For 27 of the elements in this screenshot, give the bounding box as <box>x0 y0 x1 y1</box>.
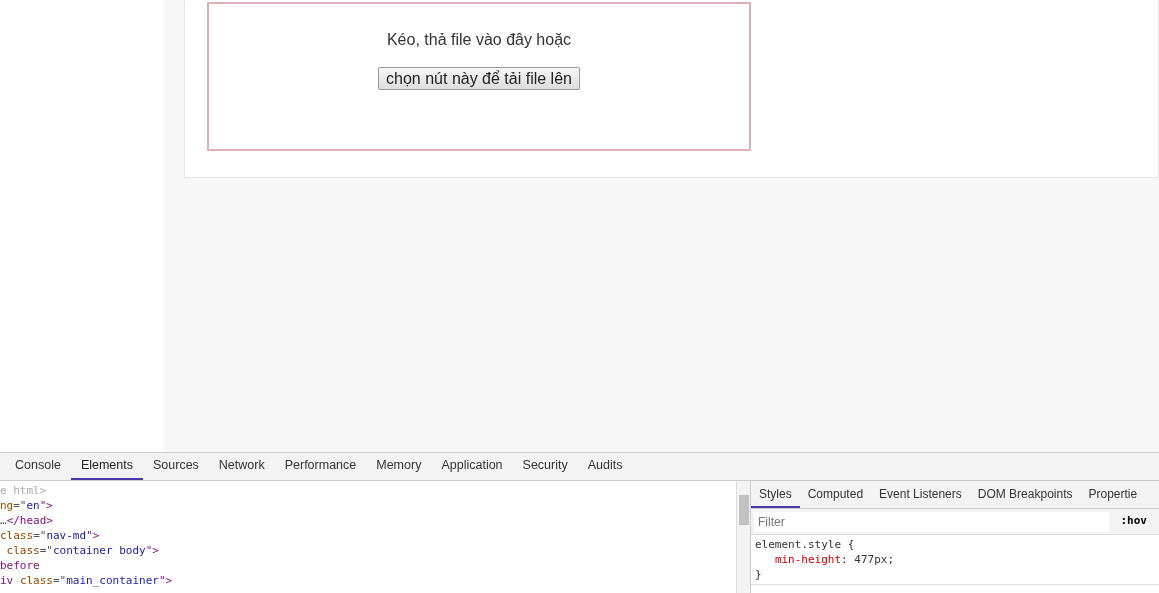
panel-tab[interactable]: Console <box>5 453 71 480</box>
panel-tab[interactable]: DOM Breakpoints <box>969 481 1081 508</box>
code-line[interactable]: ng="en"> <box>0 498 736 513</box>
css-declaration[interactable]: min-height: 477px; <box>755 553 895 566</box>
code-line[interactable]: class="container body"> <box>0 543 736 558</box>
filter-field[interactable]: Filter <box>754 511 1109 532</box>
rule-brace: } <box>755 567 763 582</box>
panel-tab[interactable]: Application <box>431 453 513 480</box>
hov-button[interactable]: :hov <box>1108 513 1159 530</box>
code-line[interactable]: before <box>0 558 736 573</box>
scrollbar[interactable] <box>736 481 750 593</box>
panel-tab[interactable]: Sources <box>143 453 209 480</box>
panel-tab[interactable]: Propertie <box>1080 481 1146 508</box>
panel-tab[interactable]: Elements <box>70 453 143 480</box>
upload-button[interactable]: chọn nút này để tải file lên <box>378 67 580 90</box>
panel-tab[interactable]: Network <box>208 453 275 480</box>
rule-selector: element.style { <box>755 537 856 552</box>
panel-tab[interactable]: Security <box>512 453 578 480</box>
panel-tab[interactable]: Performance <box>274 453 367 480</box>
code-line[interactable]: …</head> <box>0 513 736 528</box>
panel-tab[interactable]: Event Listeners <box>871 481 970 508</box>
code-line[interactable]: class="nav-md"> <box>0 528 736 543</box>
panel-tab[interactable]: Computed <box>799 481 872 508</box>
panel-tab[interactable]: Audits <box>577 453 633 480</box>
code-line[interactable]: iv class="main_container"> <box>0 573 736 588</box>
drop-prompt: Kéo, thả file vào đây hoặc <box>386 30 572 50</box>
panel-tab[interactable]: Memory <box>366 453 432 480</box>
